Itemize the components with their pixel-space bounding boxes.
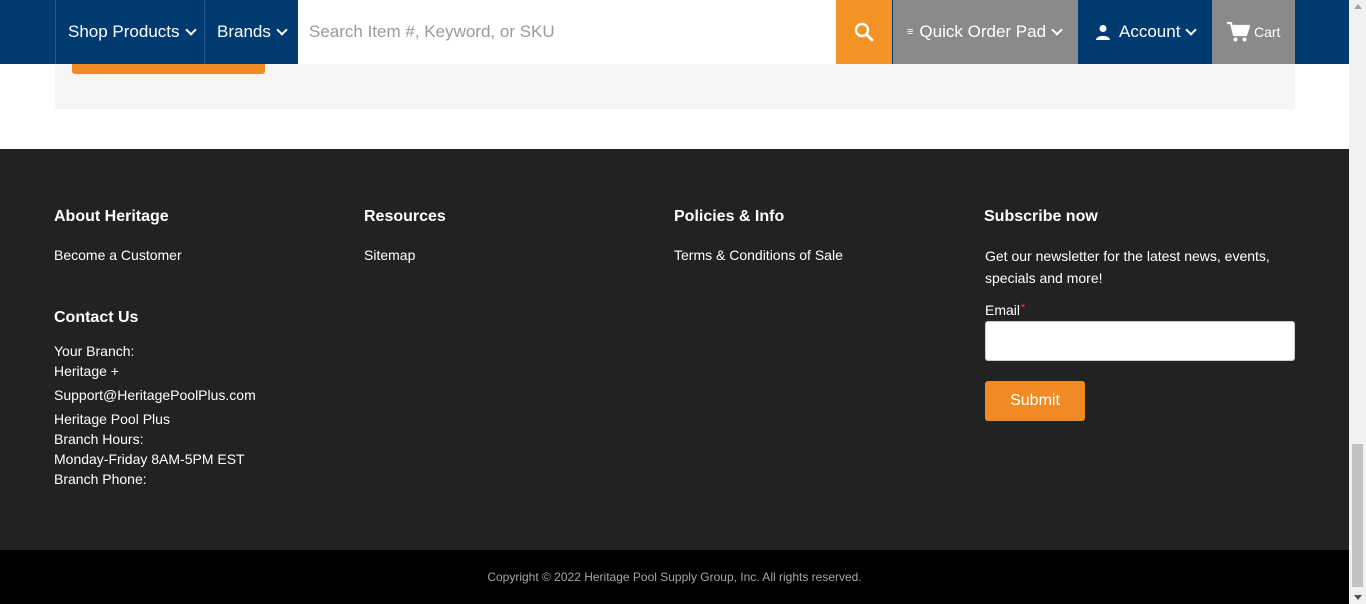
scroll-up-arrow-icon[interactable]: [1354, 4, 1362, 9]
your-branch-label: Your Branch:: [54, 343, 135, 359]
chevron-down-icon: [184, 24, 197, 36]
copyright-text: Copyright © 2022 Heritage Pool Supply Gr…: [487, 570, 862, 584]
branch-hours: Monday-Friday 8AM-5PM EST: [54, 451, 245, 467]
become-customer-link[interactable]: Become a Customer: [54, 247, 182, 263]
scrollbar-thumb[interactable]: [1352, 444, 1363, 587]
chevron-down-icon: [1051, 24, 1063, 36]
quick-order-pad-label: Quick Order Pad: [919, 22, 1047, 41]
company-name: Heritage Pool Plus: [54, 411, 170, 427]
cart-button[interactable]: Cart: [1212, 0, 1295, 64]
submit-button[interactable]: Submit: [985, 381, 1085, 421]
branch-phone-label: Branch Phone:: [54, 471, 147, 487]
search-icon: [854, 22, 874, 42]
subscribe-heading: Subscribe now: [984, 208, 1098, 225]
chevron-down-icon: [276, 24, 288, 36]
terms-link[interactable]: Terms & Conditions of Sale: [674, 247, 843, 263]
barcode-icon: ≡: [907, 25, 914, 38]
required-asterisk: *: [1021, 302, 1026, 314]
top-nav: Shop Products Brands ≡ Quick Order Pad A…: [0, 0, 1349, 64]
account-menu[interactable]: Account: [1079, 0, 1212, 64]
search-input[interactable]: [298, 0, 836, 64]
search-button[interactable]: [836, 0, 892, 64]
sitemap-link[interactable]: Sitemap: [364, 247, 415, 263]
brands-label: Brands: [217, 22, 271, 41]
site-footer: About Heritage Become a Customer Contact…: [0, 149, 1349, 550]
shop-products-label: Shop Products: [68, 22, 180, 41]
user-icon: [1096, 25, 1110, 40]
page-scrollbar[interactable]: [1349, 0, 1366, 604]
copyright-bar: Copyright © 2022 Heritage Pool Supply Gr…: [0, 550, 1349, 604]
contact-heading: Contact Us: [54, 309, 139, 326]
support-email-link[interactable]: Support@HeritagePoolPlus.com: [54, 387, 256, 403]
scroll-down-arrow-icon[interactable]: [1354, 595, 1362, 600]
partial-orange-button[interactable]: [72, 64, 265, 74]
email-label: Email*: [985, 302, 1025, 318]
newsletter-description: Get our newsletter for the latest news, …: [985, 248, 1270, 286]
brands-menu[interactable]: Brands: [205, 0, 298, 64]
shop-products-menu[interactable]: Shop Products: [55, 0, 205, 64]
branch-hours-label: Branch Hours:: [54, 431, 144, 447]
resources-heading: Resources: [364, 208, 446, 225]
quick-order-pad-menu[interactable]: ≡ Quick Order Pad: [893, 0, 1078, 64]
cart-icon: [1227, 21, 1250, 42]
email-label-text: Email: [985, 302, 1021, 318]
email-field[interactable]: [985, 321, 1295, 361]
account-label: Account: [1119, 22, 1181, 41]
about-heading: About Heritage: [54, 208, 169, 225]
policies-heading: Policies & Info: [674, 208, 785, 225]
chevron-down-icon: [1185, 24, 1198, 36]
branch-name: Heritage +: [54, 363, 119, 379]
cart-label: Cart: [1254, 24, 1281, 40]
